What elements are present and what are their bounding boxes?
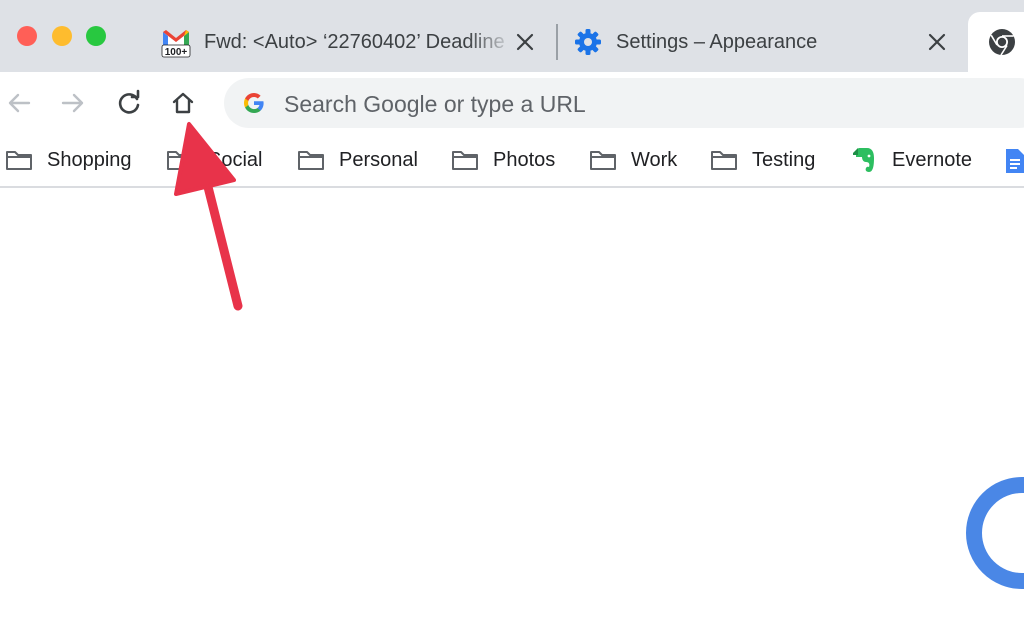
loading-spinner-icon [966,477,1024,589]
bookmarks-bar: Shopping Social Personal Photos Work Tes… [0,134,1024,188]
google-g-icon [244,93,264,113]
forward-arrow-icon[interactable] [58,88,88,118]
tab-title: Settings – Appearance [616,30,818,53]
bookmark-social[interactable]: Social [166,144,262,176]
folder-icon [452,151,478,170]
tab-active[interactable] [968,12,1024,72]
bookmark-label: Personal [339,148,418,171]
reload-icon[interactable] [114,88,144,118]
omnibox-input[interactable] [282,78,986,130]
folder-icon [590,151,616,170]
back-arrow-icon[interactable] [4,88,34,118]
window-minimize-button[interactable] [52,26,72,46]
tab-strip: 100+ Fwd: <Auto> ‘22760402’ Deadline Set… [0,0,1024,72]
bookmark-shopping[interactable]: Shopping [5,144,132,176]
bookmark-label: Testing [752,148,816,171]
tab-title: Fwd: <Auto> ‘22760402’ Deadline [204,30,505,53]
folder-icon [6,151,32,170]
tab-gmail[interactable]: 100+ Fwd: <Auto> ‘22760402’ Deadline [150,12,550,72]
evernote-icon [853,148,874,172]
close-icon[interactable] [514,31,536,53]
home-icon[interactable] [168,88,198,118]
bookmark-label: Social [208,148,263,171]
folder-icon [711,151,737,170]
close-icon[interactable] [926,31,948,53]
toolbar [0,72,1024,134]
page-content [0,188,1024,640]
tab-separator [556,24,558,60]
bookmark-label: Evernote [892,148,973,171]
google-docs-icon[interactable] [1004,149,1024,173]
bookmark-label: Photos [493,148,556,171]
gmail-badge: 100+ [165,47,188,58]
omnibox[interactable] [224,78,1024,130]
bookmark-photos[interactable]: Photos [451,144,555,176]
window-zoom-button[interactable] [86,26,106,46]
bookmark-personal[interactable]: Personal [297,144,418,176]
window-close-button[interactable] [17,26,37,46]
bookmark-testing[interactable]: Testing [710,144,815,176]
folder-icon [298,151,324,170]
folder-icon [167,151,193,170]
tab-settings[interactable]: Settings – Appearance [562,12,962,72]
chrome-icon [989,29,1015,56]
bookmark-evernote[interactable]: Evernote [850,144,972,176]
bookmark-label: Work [631,148,678,171]
gmail-icon: 100+ [161,30,191,58]
bookmark-label: Shopping [47,148,132,171]
settings-gear-icon [575,29,601,55]
bookmark-work[interactable]: Work [589,144,677,176]
